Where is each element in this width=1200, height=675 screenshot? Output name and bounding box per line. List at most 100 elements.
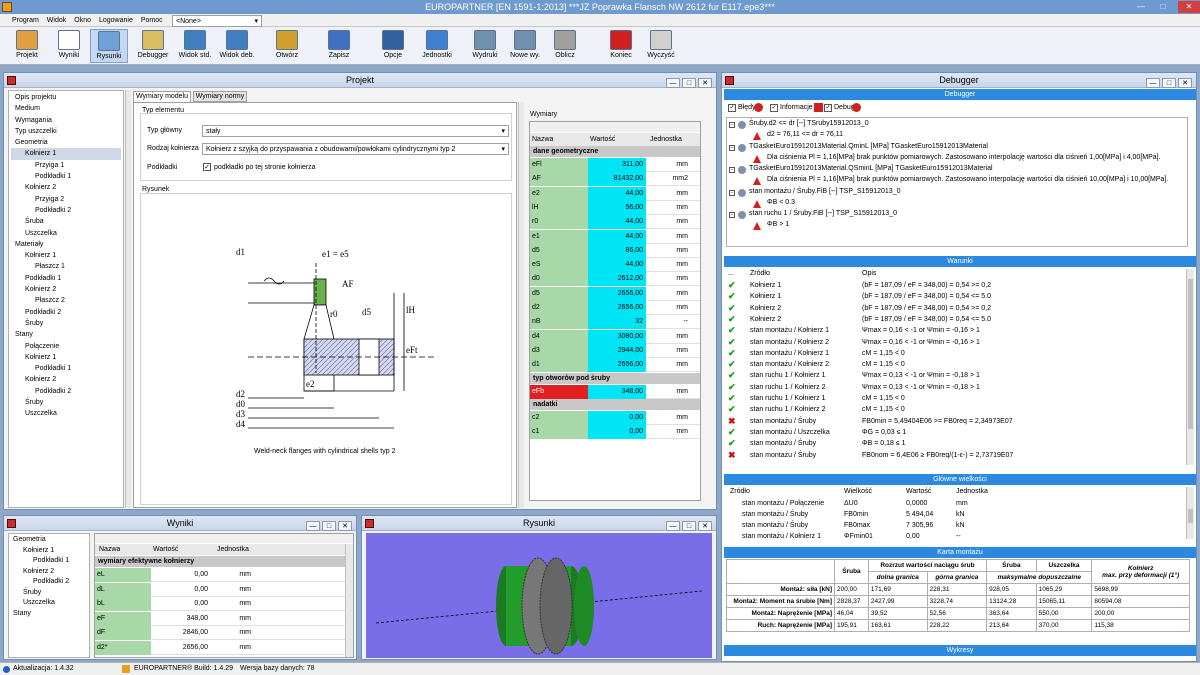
expand-icon[interactable]: − — [729, 189, 735, 196]
grid-value-input[interactable]: 348,00 — [588, 384, 646, 399]
glowne-scrollbar[interactable] — [1186, 487, 1194, 539]
warunki-row[interactable]: ✖ stan montażu / Śruby FB0nom = 6,4E06 ≥ F… — [726, 450, 1184, 461]
tree-item[interactable]: Śruby — [11, 588, 87, 599]
log-entry[interactable]: TGasketEuro15912013Material.QminL [MPa] … — [749, 143, 988, 150]
tree-item[interactable]: Podkładki 1 — [11, 171, 121, 182]
tree-item[interactable]: Opis projektu — [11, 92, 121, 103]
warunki-row[interactable]: ✔ Kołnierz 1 (bF = 187,09 / eF = 348,00) =… — [726, 291, 1184, 302]
panel-min-button[interactable]: — — [1146, 78, 1160, 88]
toolbar-project-button[interactable]: Projekt — [8, 29, 46, 63]
tree-item[interactable]: Połączenie — [11, 341, 121, 352]
tree-item[interactable]: Geometria — [11, 535, 87, 546]
warunki-row[interactable]: ✖ stan montażu / Śruby FB0min = 5,49404E06… — [726, 416, 1184, 427]
log-entry[interactable]: stan ruchu 1 / Śruby.FiB [--] TSP_S15912… — [749, 210, 897, 217]
log-entry[interactable]: Śruby.d2 <= dr [--] TSruby15912013_0 — [749, 120, 869, 127]
toolbar-std-view-button[interactable]: Widok std. — [176, 29, 214, 63]
grid-value-input[interactable]: 44,00 — [588, 186, 646, 201]
tree-item[interactable]: Podkładki 2 — [11, 577, 87, 588]
3d-flange-view[interactable] — [366, 533, 712, 658]
tree-item[interactable]: Podkładki 1 — [11, 363, 121, 374]
expand-icon[interactable]: − — [729, 122, 735, 128]
tree-item[interactable]: Przyiga 2 — [11, 194, 121, 205]
tree-item[interactable]: Uszczelka — [11, 228, 121, 239]
toolbar-drawings-button[interactable]: Rysunki — [90, 29, 128, 63]
expand-icon[interactable]: − — [729, 212, 735, 218]
expand-icon[interactable]: − — [729, 167, 735, 173]
tree-item[interactable]: Śruby — [11, 397, 121, 408]
toolbar-exit-button[interactable]: Koniec — [602, 29, 640, 63]
panel-close-button[interactable]: ✕ — [338, 521, 352, 531]
tree-item[interactable]: Kołnierz 1 — [11, 352, 121, 363]
tree-item[interactable]: Płaszcz 1 — [11, 261, 121, 272]
menu-item-4[interactable]: Pomoc — [137, 14, 167, 27]
grid-value-input[interactable]: 32 — [588, 315, 646, 330]
grid-value-input[interactable]: 44,00 — [588, 215, 646, 230]
wyniki-scrollbar[interactable] — [345, 544, 353, 657]
grid-value-input[interactable]: 2944,00 — [588, 343, 646, 358]
toolbar-calculate-button[interactable]: Oblicz — [546, 29, 584, 63]
panel-max-button[interactable]: □ — [682, 521, 696, 531]
toolbar-units-button[interactable]: Jednostki — [418, 29, 456, 63]
filter-checkbox[interactable]: ✓ — [824, 104, 832, 112]
toolbar-debugger-button[interactable]: Debugger — [134, 29, 172, 63]
grid-value-input[interactable]: 0,00 — [588, 425, 646, 440]
podkladki-checkbox[interactable]: ✓ — [203, 163, 211, 171]
warunki-row[interactable]: ✔ Kołnierz 2 (bF = 187,09 / eF = 348,00) =… — [726, 303, 1184, 314]
tree-item[interactable]: Kołnierz 2 — [11, 567, 87, 578]
filter-checkbox[interactable]: ✓ — [728, 104, 736, 112]
toolbar-clear-button[interactable]: Wyczyść — [642, 29, 680, 63]
toolbar-save-button[interactable]: Zapisz — [320, 29, 358, 63]
splitter[interactable] — [125, 90, 131, 508]
warunki-row[interactable]: ✔ Kołnierz 1 (bF = 187,09 / eF = 348,00) =… — [726, 280, 1184, 291]
toolbar-open-button[interactable]: Otwórz — [268, 29, 306, 63]
tree-item[interactable]: Kołnierz 2 — [11, 374, 121, 385]
grid-value-input[interactable]: 2656,00 — [588, 286, 646, 301]
grid-value-input[interactable]: 44,00 — [588, 258, 646, 273]
tree-item[interactable]: Kołnierz 2 — [11, 284, 121, 295]
menu-item-1[interactable]: Widok — [43, 14, 70, 27]
tree-item[interactable]: Geometria — [11, 137, 121, 148]
toolbar-results-button[interactable]: Wyniki — [50, 29, 88, 63]
warunki-row[interactable]: ✔ stan ruchu 1 / Kołnierz 2 Ψmax = 0,13 < … — [726, 382, 1184, 393]
panel-max-button[interactable]: □ — [1162, 78, 1176, 88]
panel-max-button[interactable]: □ — [322, 521, 336, 531]
tab-wymiary-modelu[interactable]: Wymiary modelu — [133, 91, 191, 102]
tree-item[interactable]: Kołnierz 2 — [11, 182, 121, 193]
tree-item[interactable]: Uszczelka — [11, 598, 87, 609]
menu-item-2[interactable]: Okno — [70, 14, 95, 27]
grid-value-input[interactable]: 44,00 — [588, 229, 646, 244]
log-entry[interactable]: TGasketEuro15912013Material.QSminL [MPa]… — [749, 165, 993, 172]
splitter-2[interactable] — [518, 102, 524, 508]
tree-item[interactable]: Płaszcz 2 — [11, 295, 121, 306]
tree-item[interactable]: Podkładki 1 — [11, 273, 121, 284]
panel-min-button[interactable]: — — [306, 521, 320, 531]
tree-item[interactable]: Kołnierz 1 — [11, 250, 121, 261]
tree-item[interactable]: Wymagania — [11, 115, 121, 126]
panel-min-button[interactable]: — — [666, 78, 680, 88]
tree-item[interactable]: Stany — [11, 609, 87, 620]
tree-item[interactable]: Uszczelka — [11, 408, 121, 419]
tree-item[interactable]: Kołnierz 1 — [11, 546, 87, 557]
log-entry[interactable]: stan montażu / Śruby.FiB [--] TSP_S15912… — [749, 188, 901, 195]
tree-item[interactable]: Podkładki 1 — [11, 556, 87, 567]
panel-close-button[interactable]: ✕ — [698, 521, 712, 531]
tree-item[interactable]: Kołnierz 1 — [11, 148, 121, 160]
tree-item[interactable]: Typ uszczelki — [11, 126, 121, 137]
minimize-button[interactable]: — — [1130, 1, 1152, 13]
tree-item[interactable]: Materiały — [11, 239, 121, 250]
toolbar-new-print-button[interactable]: Nowe wy. — [506, 29, 544, 63]
rodzaj-select[interactable]: Kołnierz z szyjką do przyspawania z obud… — [202, 143, 509, 155]
expand-icon[interactable]: − — [729, 144, 735, 151]
tree-item[interactable]: Podkładki 2 — [11, 307, 121, 318]
warunki-row[interactable]: ✔ stan montażu / Uszczelka ΦG = 0,03 ≤ 1 — [726, 427, 1184, 438]
typ-glowny-select[interactable]: stały — [202, 125, 509, 137]
toolbar-options-button[interactable]: Opcje — [374, 29, 412, 63]
grid-value-input[interactable]: 81432,00 — [588, 172, 646, 187]
tab-wymiary-normy[interactable]: Wymiary normy — [193, 91, 247, 102]
warunki-row[interactable]: ✔ stan montażu / Kołnierz 2 cM = 1,15 < 0 — [726, 359, 1184, 370]
tree-item[interactable]: Śruba — [11, 216, 121, 227]
tree-item[interactable]: Przyiga 1 — [11, 160, 121, 171]
tree-item[interactable]: Medium — [11, 103, 121, 114]
warunki-row[interactable]: ✔ stan montażu / Kołnierz 2 Ψmax = 0,16 < … — [726, 337, 1184, 348]
panel-max-button[interactable]: □ — [682, 78, 696, 88]
